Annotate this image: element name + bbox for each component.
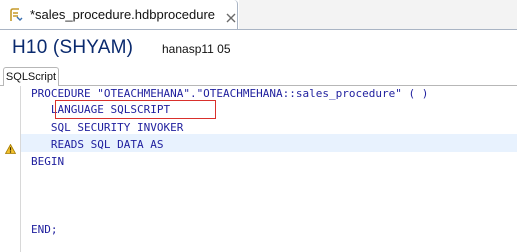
code-line: SQL SECURITY INVOKER [31, 121, 184, 134]
tab-strip-divider [0, 29, 517, 30]
code-line: PROCEDURE "OTEACHMEHANA"."OTEACHMEHANA::… [31, 87, 429, 100]
tab-sqlscript-label: SQLScript [5, 71, 57, 83]
host-label: hanasp11 05 [162, 42, 231, 56]
code-line: READS SQL DATA AS [31, 138, 164, 151]
code-line: BEGIN [31, 155, 65, 168]
language-highlight-box [55, 100, 216, 119]
code-line: END; [31, 223, 58, 236]
close-icon[interactable] [225, 9, 237, 22]
editor-tab[interactable]: *sales_procedure.hdbprocedure [0, 0, 238, 29]
code-editor[interactable]: PROCEDURE "OTEACHMEHANA"."OTEACHMEHANA::… [0, 86, 517, 252]
procedure-file-icon [8, 7, 24, 23]
editor-tab-title: *sales_procedure.hdbprocedure [30, 7, 216, 22]
system-title: H10 (SHYAM) [12, 37, 134, 58]
tab-sqlscript[interactable]: SQLScript [3, 67, 59, 86]
tab-strip-background [239, 0, 517, 29]
